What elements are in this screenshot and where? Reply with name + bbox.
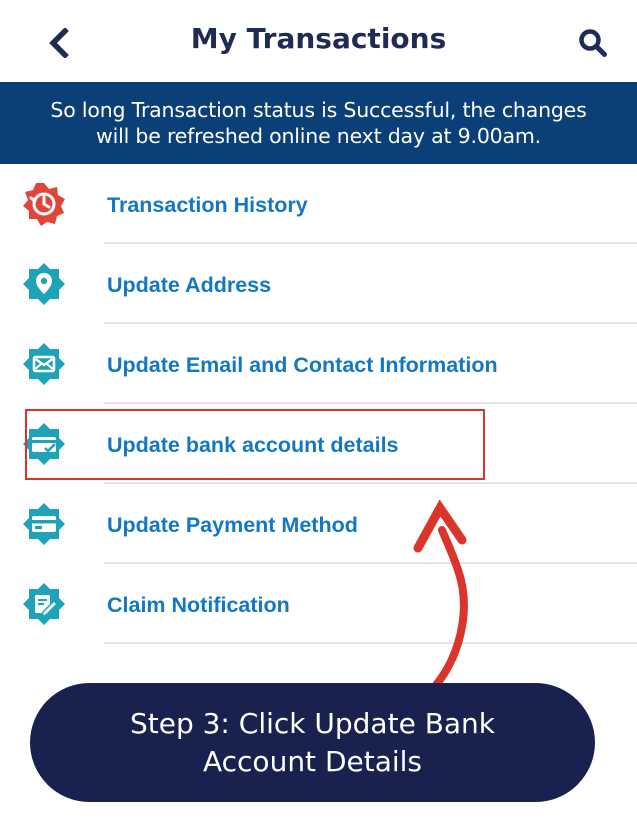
menu-item-update-address[interactable]: Update Address bbox=[0, 244, 637, 324]
menu-item-label: Update Email and Contact Information bbox=[107, 353, 498, 377]
clock-badge-icon bbox=[22, 182, 66, 226]
bank-card-check-icon bbox=[22, 422, 66, 466]
callout-line-1: Step 3: Click Update Bank bbox=[129, 706, 496, 740]
search-button[interactable] bbox=[570, 20, 616, 66]
location-pin-icon bbox=[22, 262, 66, 306]
transaction-menu: Transaction History Update Address Updat… bbox=[0, 164, 637, 644]
search-icon bbox=[579, 29, 607, 57]
callout-line-2: Account Details bbox=[202, 744, 423, 778]
notice-line-2: will be refreshed online next day at 9.0… bbox=[96, 124, 541, 148]
envelope-icon bbox=[22, 342, 66, 386]
menu-item-label: Update Payment Method bbox=[107, 513, 358, 537]
status-notice-banner: So long Transaction status is Successful… bbox=[0, 82, 637, 164]
menu-item-label: Transaction History bbox=[107, 193, 308, 217]
page: My Transactions So long Transaction stat… bbox=[0, 0, 637, 819]
step-callout: Step 3: Click Update Bank Account Detail… bbox=[30, 683, 595, 802]
divider bbox=[104, 642, 637, 644]
page-title: My Transactions bbox=[190, 22, 447, 55]
credit-card-icon bbox=[22, 502, 66, 546]
menu-item-label: Update bank account details bbox=[107, 433, 399, 457]
menu-item-update-payment-method[interactable]: Update Payment Method bbox=[0, 484, 637, 564]
menu-item-label: Update Address bbox=[107, 273, 272, 297]
menu-item-label: Claim Notification bbox=[107, 593, 290, 617]
menu-item-update-email-contact[interactable]: Update Email and Contact Information bbox=[0, 324, 637, 404]
menu-item-transaction-history[interactable]: Transaction History bbox=[0, 164, 637, 244]
edit-document-icon bbox=[22, 582, 66, 626]
app-header: My Transactions bbox=[0, 0, 637, 82]
menu-item-update-bank-account[interactable]: Update bank account details bbox=[0, 404, 637, 484]
notice-line-1: So long Transaction status is Successful… bbox=[50, 98, 587, 122]
menu-item-claim-notification[interactable]: Claim Notification bbox=[0, 564, 637, 644]
